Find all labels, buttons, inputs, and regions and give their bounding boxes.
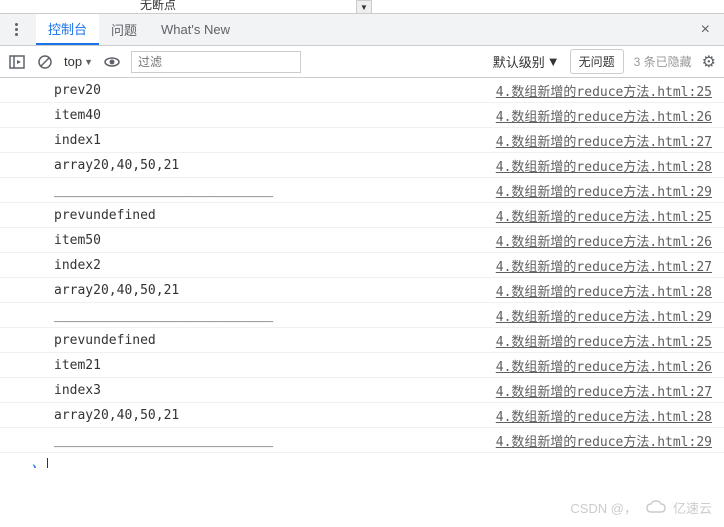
- tab-whatsnew[interactable]: What's New: [149, 14, 242, 45]
- log-message: array20,40,50,21: [54, 158, 179, 173]
- log-row: prev20 4.数组新增的reduce方法.html:25: [0, 78, 724, 103]
- log-source-link[interactable]: 4.数组新增的reduce方法.html:29: [496, 306, 712, 325]
- log-message: index3: [54, 383, 101, 398]
- tab-issues[interactable]: 问题: [99, 14, 149, 45]
- log-source-link[interactable]: 4.数组新增的reduce方法.html:25: [496, 206, 712, 225]
- log-source-link[interactable]: 4.数组新增的reduce方法.html:26: [496, 231, 712, 250]
- chevron-down-icon: ▼: [84, 57, 93, 67]
- log-source-link[interactable]: 4.数组新增的reduce方法.html:26: [496, 106, 712, 125]
- breakpoints-dropdown[interactable]: ▼: [356, 0, 372, 14]
- more-icon[interactable]: [8, 22, 24, 38]
- log-row: ____________________________ 4.数组新增的reduc…: [0, 303, 724, 328]
- prompt-arrow-icon: ›: [32, 458, 37, 468]
- log-row: array20,40,50,21 4.数组新增的reduce方法.html:28: [0, 153, 724, 178]
- brand-logo: 亿速云: [645, 498, 712, 517]
- no-issues-button[interactable]: 无问题: [570, 49, 624, 74]
- tabs: 控制台 问题 What's New: [36, 14, 242, 45]
- log-message: item21: [54, 358, 101, 373]
- log-row: array20,40,50,21 4.数组新增的reduce方法.html:28: [0, 403, 724, 428]
- log-row: prevundefined 4.数组新增的reduce方法.html:25: [0, 328, 724, 353]
- gear-icon[interactable]: ⚙: [702, 52, 716, 72]
- chevron-down-icon: ▼: [547, 54, 560, 69]
- tab-console[interactable]: 控制台: [36, 14, 99, 45]
- log-source-link[interactable]: 4.数组新增的reduce方法.html:25: [496, 81, 712, 100]
- log-source-link[interactable]: 4.数组新增的reduce方法.html:27: [496, 131, 712, 150]
- log-row: index1 4.数组新增的reduce方法.html:27: [0, 128, 724, 153]
- breakpoints-bar: 无断点 ▼: [0, 0, 724, 14]
- log-message: array20,40,50,21: [54, 283, 179, 298]
- log-message: ____________________________: [54, 433, 273, 448]
- log-row: prevundefined 4.数组新增的reduce方法.html:25: [0, 203, 724, 228]
- log-source-link[interactable]: 4.数组新增的reduce方法.html:28: [496, 156, 712, 175]
- log-message: prevundefined: [54, 333, 156, 348]
- log-row: item50 4.数组新增的reduce方法.html:26: [0, 228, 724, 253]
- csdn-watermark: CSDN @，: [570, 498, 637, 517]
- context-select[interactable]: top▼: [64, 54, 93, 69]
- log-source-link[interactable]: 4.数组新增的reduce方法.html:27: [496, 256, 712, 275]
- log-message: ____________________________: [54, 183, 273, 198]
- log-row: index3 4.数组新增的reduce方法.html:27: [0, 378, 724, 403]
- log-source-link[interactable]: 4.数组新增的reduce方法.html:26: [496, 356, 712, 375]
- sidebar-toggle-icon[interactable]: [8, 53, 26, 71]
- log-row: index2 4.数组新增的reduce方法.html:27: [0, 253, 724, 278]
- log-source-link[interactable]: 4.数组新增的reduce方法.html:25: [496, 331, 712, 350]
- clear-console-icon[interactable]: [36, 53, 54, 71]
- console-log-area: prev20 4.数组新增的reduce方法.html:25 item40 4.数组新…: [0, 78, 724, 468]
- log-message: prevundefined: [54, 208, 156, 223]
- close-icon[interactable]: ×: [695, 21, 716, 39]
- log-source-link[interactable]: 4.数组新增的reduce方法.html:27: [496, 381, 712, 400]
- console-toolbar: top▼ 默认级别▼ 无问题 3 条已隐藏 ⚙: [0, 46, 724, 78]
- log-message: array20,40,50,21: [54, 408, 179, 423]
- log-row: ____________________________ 4.数组新增的reduc…: [0, 178, 724, 203]
- log-message: prev20: [54, 83, 101, 98]
- log-source-link[interactable]: 4.数组新增的reduce方法.html:29: [496, 431, 712, 450]
- hidden-count[interactable]: 3 条已隐藏: [634, 53, 692, 70]
- filter-input[interactable]: [131, 51, 301, 73]
- log-row: item21 4.数组新增的reduce方法.html:26: [0, 353, 724, 378]
- log-source-link[interactable]: 4.数组新增的reduce方法.html:28: [496, 281, 712, 300]
- log-message: index1: [54, 133, 101, 148]
- watermark: CSDN @， 亿速云: [570, 498, 712, 517]
- log-message: item50: [54, 233, 101, 248]
- log-level-select[interactable]: 默认级别▼: [493, 52, 560, 71]
- prompt-cursor: [47, 458, 48, 468]
- console-prompt[interactable]: ›: [0, 453, 724, 468]
- log-message: item40: [54, 108, 101, 123]
- breakpoints-label: 无断点: [140, 0, 176, 13]
- log-message: ____________________________: [54, 308, 273, 323]
- log-row: item40 4.数组新增的reduce方法.html:26: [0, 103, 724, 128]
- log-source-link[interactable]: 4.数组新增的reduce方法.html:28: [496, 406, 712, 425]
- log-row: ____________________________ 4.数组新增的reduc…: [0, 428, 724, 453]
- log-source-link[interactable]: 4.数组新增的reduce方法.html:29: [496, 181, 712, 200]
- live-expression-icon[interactable]: [103, 53, 121, 71]
- log-row: array20,40,50,21 4.数组新增的reduce方法.html:28: [0, 278, 724, 303]
- log-message: index2: [54, 258, 101, 273]
- devtools-header: 控制台 问题 What's New ×: [0, 14, 724, 46]
